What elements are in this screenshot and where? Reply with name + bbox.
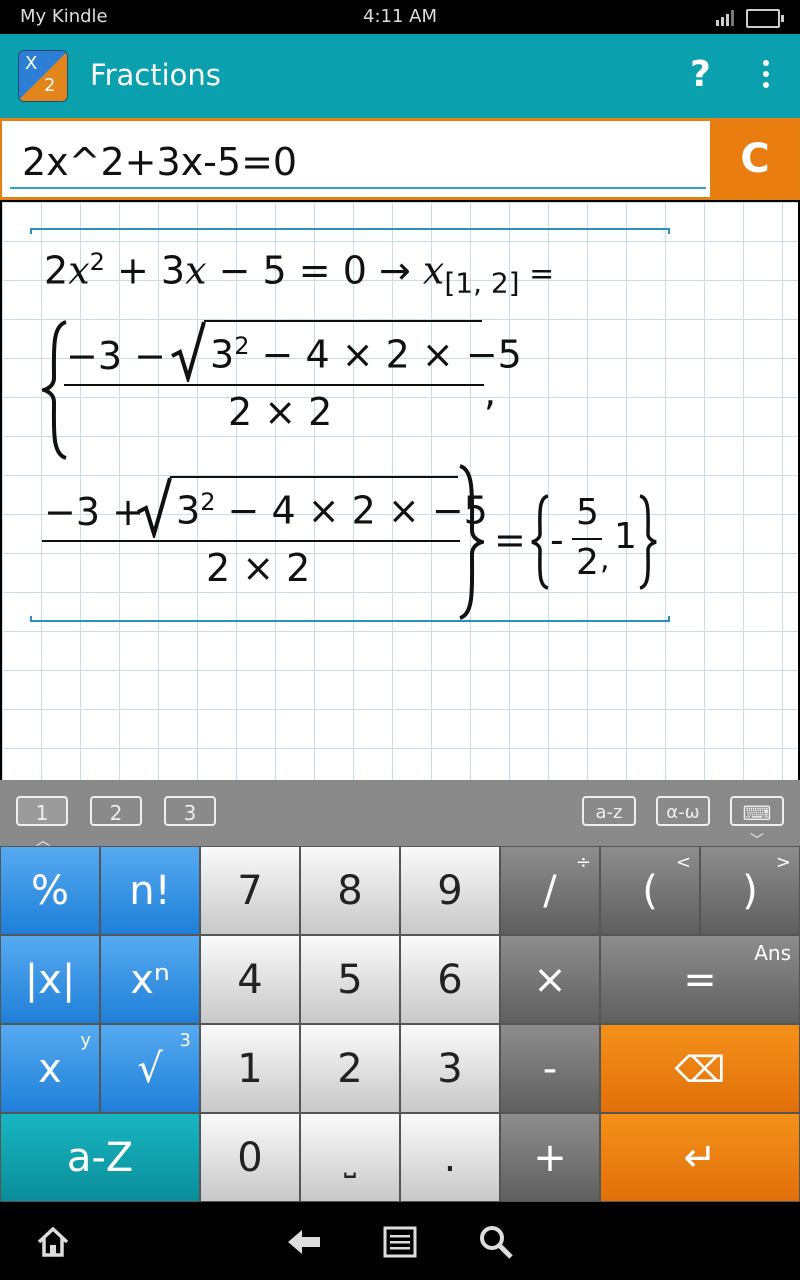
expression-box: [2, 121, 710, 197]
right-brace: [459, 464, 484, 620]
input-row: C: [0, 118, 800, 200]
digit-9-key[interactable]: 9: [400, 846, 500, 935]
percent-key[interactable]: %: [0, 846, 100, 935]
search-icon[interactable]: [478, 1224, 514, 1260]
page-title: Fractions: [90, 58, 221, 92]
battery-icon: [746, 9, 784, 28]
result-box: 2x2 + 3x − 5 = 0 → x[1, 2] = −3 − 32 − 4…: [30, 228, 670, 622]
digit-7-key[interactable]: 7: [200, 846, 300, 935]
clock: 4:11 AM: [363, 6, 437, 27]
variable-x-key[interactable]: xy: [0, 1024, 100, 1113]
fraction-1: −3 − 32 − 4 × 2 × −5 2 × 2 ,: [64, 312, 522, 434]
overflow-menu-icon[interactable]: [760, 60, 772, 96]
answer: = - 5 2 , 1: [492, 490, 670, 610]
abs-key[interactable]: |x|: [0, 935, 100, 1024]
result-area: 2x2 + 3x − 5 = 0 → x[1, 2] = −3 − 32 − 4…: [2, 202, 798, 780]
signal-icon: [716, 10, 734, 26]
space-key[interactable]: ⎵: [300, 1113, 400, 1202]
digit-3-key[interactable]: 3: [400, 1024, 500, 1113]
home-icon[interactable]: [36, 1226, 70, 1258]
back-icon[interactable]: [286, 1228, 322, 1256]
tab-page-3[interactable]: 3: [164, 796, 216, 826]
clear-button[interactable]: C: [714, 121, 796, 197]
digit-0-key[interactable]: 0: [200, 1113, 300, 1202]
digit-5-key[interactable]: 5: [300, 935, 400, 1024]
app-icon-2: 2: [44, 75, 56, 96]
factorial-key[interactable]: n!: [100, 846, 200, 935]
space-icon: ⎵: [344, 1144, 356, 1179]
enter-key[interactable]: ↵: [600, 1113, 800, 1202]
open-paren-key[interactable]: (<: [600, 846, 700, 935]
multiply-key[interactable]: ×: [500, 935, 600, 1024]
alphabet-key[interactable]: a-Z: [0, 1113, 200, 1202]
keyboard-tab-bar: 1 2 3 ︿ a-z α-ω ⌨ ﹀: [0, 780, 800, 849]
tab-latin[interactable]: a-z: [582, 796, 636, 826]
power-key[interactable]: xⁿ: [100, 935, 200, 1024]
status-bar: My Kindle 4:11 AM: [0, 0, 800, 34]
digit-8-key[interactable]: 8: [300, 846, 400, 935]
input-underline: [10, 187, 706, 189]
plus-key[interactable]: +: [500, 1113, 600, 1202]
tab-greek[interactable]: α-ω: [656, 796, 710, 826]
enter-icon: ↵: [683, 1135, 717, 1181]
action-bar: X 2 Fractions ?: [0, 34, 800, 118]
digit-1-key[interactable]: 1: [200, 1024, 300, 1113]
tab-page-2[interactable]: 2: [90, 796, 142, 826]
math-keyboard: 1 2 3 ︿ a-z α-ω ⌨ ﹀ % n! 7 8 9 /÷ (< ) > …: [0, 780, 800, 1202]
keyboard-icon[interactable]: ⌨: [730, 796, 784, 826]
sqrt-key[interactable]: √ 3: [100, 1024, 200, 1113]
equals-key[interactable]: = Ans: [600, 935, 800, 1024]
digit-6-key[interactable]: 6: [400, 935, 500, 1024]
backspace-icon: ⌫: [674, 1050, 726, 1091]
digit-4-key[interactable]: 4: [200, 935, 300, 1024]
equation-line: 2x2 + 3x − 5 = 0 → x[1, 2] =: [44, 248, 555, 300]
minus-key[interactable]: -: [500, 1024, 600, 1113]
expression-input[interactable]: [20, 139, 684, 185]
fraction-2: −3 + 32 − 4 × 2 × −5 2 × 2: [42, 468, 488, 590]
digit-2-key[interactable]: 2: [300, 1024, 400, 1113]
close-paren-key[interactable]: ) >: [700, 846, 800, 935]
help-button[interactable]: ?: [690, 54, 711, 95]
navigation-bar: [0, 1202, 800, 1280]
app-icon-x: X: [25, 53, 38, 74]
backspace-key[interactable]: ⌫: [600, 1024, 800, 1113]
app-icon[interactable]: X 2: [18, 50, 68, 102]
tab-page-1[interactable]: 1: [16, 796, 68, 826]
menu-icon[interactable]: [383, 1226, 417, 1258]
divide-key[interactable]: / ÷: [500, 846, 600, 935]
decimal-key[interactable]: .: [400, 1113, 500, 1202]
